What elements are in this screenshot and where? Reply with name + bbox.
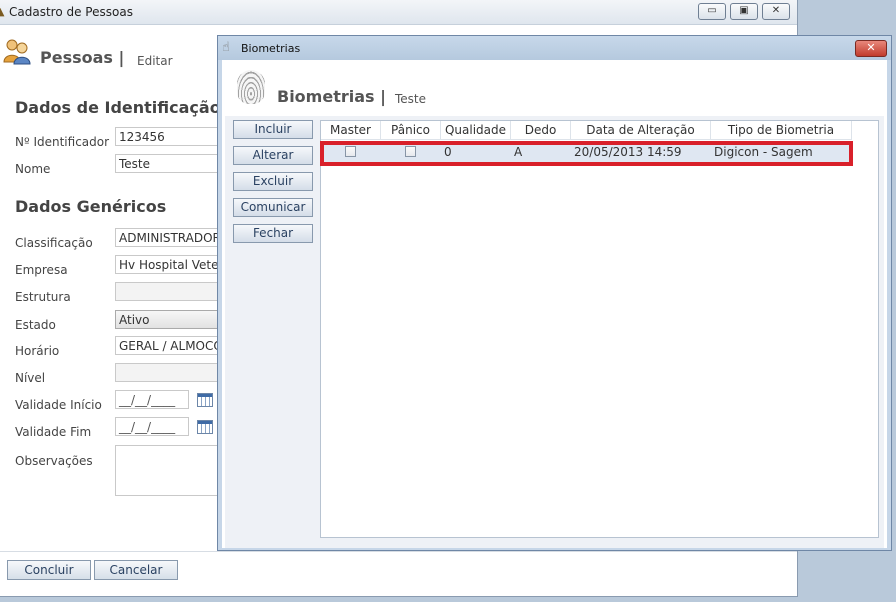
page-subtitle: Editar — [137, 54, 173, 68]
validade-inicio-label: Validade Início — [15, 398, 102, 412]
estrutura-label: Estrutura — [15, 290, 71, 304]
fingerprint-icon — [237, 70, 265, 104]
column-header-panico[interactable]: Pânico — [381, 121, 441, 139]
comunicar-button[interactable]: Comunicar — [233, 198, 313, 217]
concluir-button[interactable]: Concluir — [7, 560, 91, 580]
id-label: Nº Identificador — [15, 135, 110, 149]
calendar-icon[interactable] — [197, 420, 213, 434]
fechar-button[interactable]: Fechar — [233, 224, 313, 243]
fingerprint-icon: ☝ — [222, 40, 230, 55]
data-cell: 20/05/2013 14:59 — [574, 145, 682, 159]
validade-fim-input[interactable]: __/__/____ — [115, 417, 189, 436]
incluir-button[interactable]: Incluir — [233, 120, 313, 139]
validade-fim-label: Validade Fim — [15, 425, 92, 439]
generic-section-title: Dados Genéricos — [15, 197, 167, 216]
column-header-master[interactable]: Master — [321, 121, 381, 139]
column-header-tipo[interactable]: Tipo de Biometria — [711, 121, 852, 139]
horario-label: Horário — [15, 344, 60, 358]
classificacao-label: Classificação — [15, 236, 93, 250]
excluir-button[interactable]: Excluir — [233, 172, 313, 191]
validade-inicio-input[interactable]: __/__/____ — [115, 390, 189, 409]
empresa-label: Empresa — [15, 263, 68, 277]
table-row[interactable]: 0 A 20/05/2013 14:59 Digicon - Sagem — [321, 143, 852, 162]
table-header: Master Pânico Qualidade Dedo Data de Alt… — [321, 121, 852, 140]
nivel-label: Nível — [15, 371, 46, 385]
dialog-header: Biometrias | Teste — [225, 60, 884, 116]
name-label: Nome — [15, 162, 51, 176]
page-title: Pessoas | — [40, 48, 125, 67]
tipo-cell: Digicon - Sagem — [714, 145, 813, 159]
persons-icon — [3, 39, 31, 65]
column-header-qualidade[interactable]: Qualidade — [441, 121, 511, 139]
main-window-title: Cadastro de Pessoas — [9, 5, 133, 19]
biometrias-table: Master Pânico Qualidade Dedo Data de Alt… — [320, 120, 879, 538]
observacoes-label: Observações — [15, 454, 93, 468]
cancelar-button[interactable]: Cancelar — [94, 560, 178, 580]
alterar-button[interactable]: Alterar — [233, 146, 313, 165]
column-header-data[interactable]: Data de Alteração — [571, 121, 711, 139]
dialog-header-subtitle: Teste — [395, 92, 427, 106]
minimize-button[interactable]: ▭ — [698, 3, 726, 20]
close-button[interactable]: ✕ — [762, 3, 790, 20]
master-checkbox[interactable] — [345, 146, 356, 157]
dialog-header-title: Biometrias | — [277, 87, 386, 106]
panico-checkbox[interactable] — [405, 146, 416, 157]
dialog-body: Biometrias | Teste Incluir Alterar Exclu… — [222, 60, 887, 548]
dialog-close-button[interactable]: ✕ — [855, 40, 887, 57]
dedo-cell: A — [514, 145, 523, 159]
footer-divider — [0, 551, 797, 552]
dialog-titlebar: ☝ Biometrias ✕ — [218, 36, 891, 60]
calendar-icon[interactable] — [197, 393, 213, 407]
identification-section-title: Dados de Identificação — [15, 98, 221, 117]
dialog-title: Biometrias — [241, 42, 301, 55]
maximize-button[interactable]: ▣ — [730, 3, 758, 20]
column-header-dedo[interactable]: Dedo — [511, 121, 571, 139]
app-icon: ▲ — [0, 5, 5, 18]
estado-label: Estado — [15, 318, 56, 332]
biometrias-dialog: ☝ Biometrias ✕ Biometrias | Teste Inclui… — [217, 35, 892, 551]
dialog-content: Biometrias | Teste Incluir Alterar Exclu… — [225, 60, 884, 548]
qualidade-cell: 0 — [444, 145, 452, 159]
main-titlebar: ▲ Cadastro de Pessoas ▭ ▣ ✕ — [0, 0, 797, 25]
